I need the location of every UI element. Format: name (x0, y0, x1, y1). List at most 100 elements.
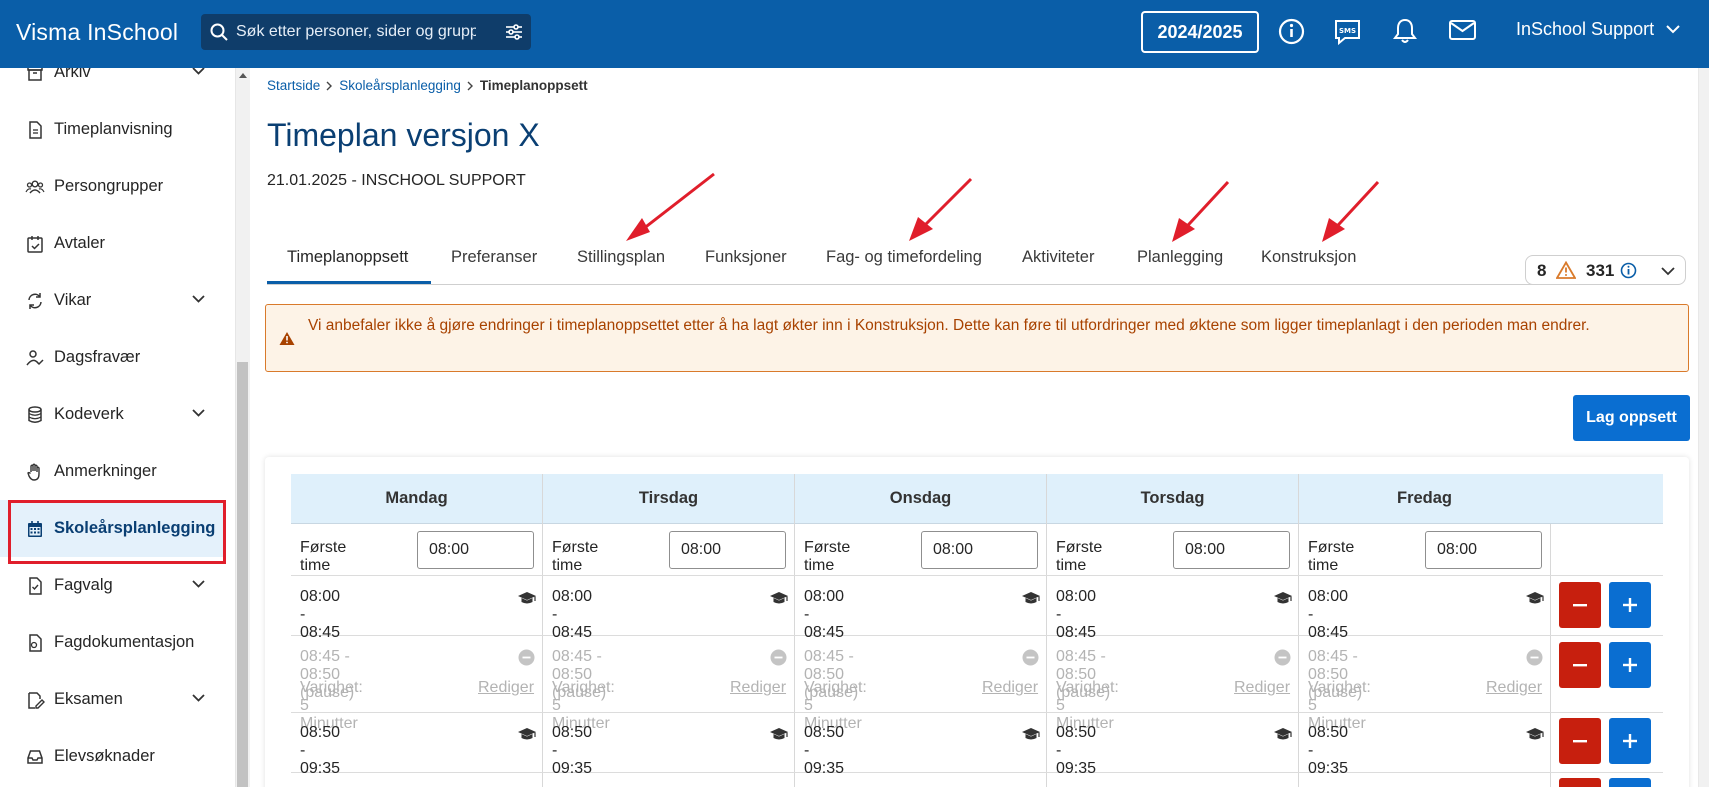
page-scrollbar[interactable] (1698, 68, 1709, 787)
school-year-button[interactable]: 2024/2025 (1141, 11, 1259, 53)
sidebar-item-avtaler[interactable]: Avtaler (0, 215, 224, 272)
lesson-slot[interactable]: 08:00 - 08:45 (552, 588, 592, 642)
issues-counter[interactable]: 8 331 (1525, 255, 1686, 285)
tab-aktiviteter[interactable]: Aktiviteter (1022, 248, 1094, 267)
sidebar-item-label: Dagsfravær (54, 348, 141, 366)
graduation-cap-icon[interactable] (769, 726, 789, 742)
remove-row-button[interactable] (1559, 642, 1601, 688)
day-header: Onsdag (889, 489, 952, 507)
day-header: Tirsdag (638, 489, 699, 507)
graduation-cap-icon[interactable] (769, 590, 789, 606)
edit-pause-link[interactable]: Rediger (1234, 679, 1290, 697)
info-icon[interactable] (1278, 18, 1305, 45)
chevron-down-icon[interactable] (191, 693, 206, 703)
graduation-cap-icon[interactable] (1273, 726, 1293, 742)
calendar-check-icon (27, 236, 43, 253)
graduation-cap-icon[interactable] (517, 726, 537, 742)
lesson-slot[interactable]: 08:00 - 08:45 (300, 588, 340, 642)
search-icon (210, 23, 228, 41)
lesson-slot[interactable]: 08:50 - 09:35 (552, 724, 592, 778)
brand-logo[interactable]: Visma InSchool (16, 19, 178, 46)
lesson-slot[interactable]: 08:50 - 09:35 (1308, 724, 1348, 778)
warning-count: 8 (1537, 261, 1547, 280)
first-lesson-input[interactable] (921, 531, 1038, 569)
graduation-cap-icon[interactable] (1021, 590, 1041, 606)
remove-row-button[interactable] (1559, 778, 1601, 787)
sidebar-item-dagsfravaer[interactable]: Dagsfravær (0, 329, 224, 386)
chevron-down-icon[interactable] (191, 294, 206, 304)
column-divider (1550, 524, 1551, 787)
lesson-slot[interactable]: 08:00 - 08:45 (1056, 588, 1096, 642)
sidebar-item-anmerkninger[interactable]: Anmerkninger (0, 443, 224, 500)
breadcrumb-link[interactable]: Skoleårsplanlegging (339, 78, 461, 93)
chevron-down-icon[interactable] (191, 408, 206, 418)
search-box[interactable] (201, 14, 531, 50)
scroll-up-icon[interactable] (239, 72, 247, 78)
tab-stillingsplan[interactable]: Stillingsplan (577, 248, 665, 267)
sidebar-item-fagvalg[interactable]: Fagvalg (0, 557, 224, 614)
graduation-cap-icon[interactable] (1021, 726, 1041, 742)
add-row-button[interactable] (1609, 642, 1651, 688)
lesson-slot[interactable]: 08:00 - 08:45 (804, 588, 844, 642)
chevron-down-icon[interactable] (1660, 266, 1676, 276)
first-lesson-input[interactable] (669, 531, 786, 569)
annotation-arrow-icon (1322, 180, 1380, 242)
chevron-right-icon (326, 81, 333, 90)
tab-fag-og-timefordeling[interactable]: Fag- og timefordeling (826, 248, 982, 267)
annotation-arrow-icon (1172, 180, 1230, 242)
remove-row-button[interactable] (1559, 582, 1601, 628)
add-row-button[interactable] (1609, 718, 1651, 764)
chevron-down-icon[interactable] (1665, 23, 1681, 35)
sidebar-item-arkiv[interactable]: Arkiv (0, 68, 224, 101)
sidebar-item-persongrupper[interactable]: Persongrupper (0, 158, 224, 215)
page-title: Timeplan versjon X (267, 117, 540, 153)
sidebar-item-eksamen[interactable]: Eksamen (0, 671, 224, 728)
edit-pause-link[interactable]: Rediger (1486, 679, 1542, 697)
chevron-down-icon[interactable] (191, 68, 206, 76)
graduation-cap-icon[interactable] (517, 590, 537, 606)
document-icon (29, 121, 42, 139)
graduation-cap-icon[interactable] (1273, 590, 1293, 606)
document-icon (29, 577, 42, 595)
sidebar-scrollbar-thumb[interactable] (237, 362, 248, 787)
sms-icon[interactable]: SMS (1333, 18, 1362, 46)
tab-timeplanoppsett[interactable]: Timeplanoppsett (287, 248, 408, 267)
tab-konstruksjon[interactable]: Konstruksjon (1261, 248, 1356, 267)
graduation-cap-icon[interactable] (1525, 726, 1545, 742)
first-lesson-input[interactable] (1425, 531, 1542, 569)
edit-pause-link[interactable]: Rediger (730, 679, 786, 697)
sidebar-item-timeplanvisning[interactable]: Timeplanvisning (0, 101, 224, 158)
edit-pause-link[interactable]: Rediger (982, 679, 1038, 697)
sidebar-item-vikar[interactable]: Vikar (0, 272, 224, 329)
mail-icon[interactable] (1448, 18, 1477, 42)
breadcrumb-link[interactable]: Startside (267, 78, 320, 93)
graduation-cap-icon[interactable] (1525, 590, 1545, 606)
edit-pause-link[interactable]: Rediger (478, 679, 534, 697)
tab-funksjoner[interactable]: Funksjoner (705, 248, 787, 267)
sidebar-item-elevsoknader[interactable]: Elevsøknader (0, 728, 224, 785)
filter-icon[interactable] (505, 23, 523, 41)
first-lesson-input[interactable] (1173, 531, 1290, 569)
sidebar-item-fagdokumentasjon[interactable]: Fagdokumentasjon (0, 614, 224, 671)
tab-preferanser[interactable]: Preferanser (451, 248, 537, 267)
tab-planlegging[interactable]: Planlegging (1137, 248, 1223, 267)
sidebar-item-kodeverk[interactable]: Kodeverk (0, 386, 224, 443)
lesson-slot[interactable]: 08:50 - 09:35 (804, 724, 844, 778)
svg-text:SMS: SMS (1339, 27, 1356, 35)
add-row-button[interactable] (1609, 778, 1651, 787)
sidebar-item-label: Arkiv (54, 68, 91, 81)
chevron-down-icon[interactable] (191, 579, 206, 589)
bell-icon[interactable] (1393, 18, 1417, 45)
remove-row-button[interactable] (1559, 718, 1601, 764)
first-lesson-input[interactable] (417, 531, 534, 569)
first-lesson-label: Første time (1056, 539, 1103, 574)
lesson-slot[interactable]: 08:00 - 08:45 (1308, 588, 1348, 642)
lesson-slot[interactable]: 08:50 - 09:35 (1056, 724, 1096, 778)
lag-oppsett-button[interactable]: Lag oppsett (1573, 395, 1690, 441)
search-input[interactable] (236, 20, 476, 44)
add-row-button[interactable] (1609, 582, 1651, 628)
database-icon (28, 406, 42, 423)
sidebar-item-label: Fagvalg (54, 576, 113, 594)
lesson-slot[interactable]: 08:50 - 09:35 (300, 724, 340, 778)
user-menu[interactable]: InSchool Support (1516, 19, 1654, 40)
